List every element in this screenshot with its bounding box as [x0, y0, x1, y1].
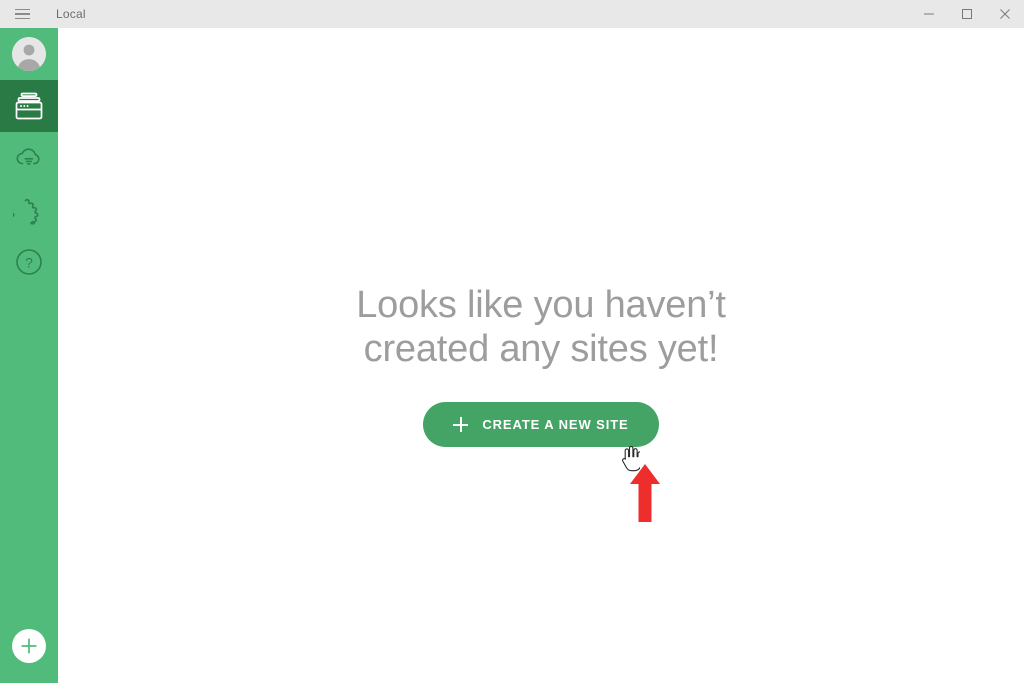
create-new-site-button[interactable]: CREATE A NEW SITE [423, 402, 659, 447]
close-icon [1000, 9, 1010, 19]
sidebar-item-connect[interactable] [0, 132, 58, 184]
hamburger-line [14, 8, 30, 11]
create-site-button-wrap: CREATE A NEW SITE [58, 402, 1024, 447]
empty-state-heading-line1: Looks like you haven’t [356, 284, 726, 326]
svg-text:?: ? [25, 255, 33, 271]
cloud-download-icon [16, 148, 40, 165]
empty-state-heading-line2: created any sites yet! [363, 328, 719, 370]
puzzle-piece-icon [13, 198, 39, 225]
red-arrow-annotation [630, 464, 660, 522]
sidebar-item-sites[interactable] [0, 80, 58, 132]
close-button[interactable] [986, 0, 1024, 28]
hamburger-icon[interactable] [0, 0, 44, 28]
question-circle-icon: ? [16, 249, 42, 275]
plus-icon [453, 417, 469, 432]
empty-state: Looks like you haven’t created any sites… [58, 283, 1024, 447]
maximize-icon [962, 9, 972, 19]
sidebar-item-account[interactable] [0, 28, 58, 80]
main-content: Looks like you haven’t created any sites… [58, 28, 1024, 683]
add-site-button[interactable] [12, 629, 46, 663]
plus-circle-icon [21, 638, 37, 654]
sites-window-icon [15, 92, 43, 120]
pointer-hand-cursor [622, 446, 640, 472]
window-controls [910, 0, 1024, 28]
sidebar: ? [0, 28, 58, 683]
minimize-button[interactable] [910, 0, 948, 28]
title-bar: Local [0, 0, 1024, 28]
local-app-window: Local ? Looks like you haven’t created a… [0, 0, 1024, 683]
maximize-button[interactable] [948, 0, 986, 28]
minimize-icon [924, 13, 934, 15]
create-new-site-label: CREATE A NEW SITE [482, 417, 629, 432]
app-title: Local [56, 7, 86, 21]
sidebar-add-site-area [0, 609, 58, 683]
avatar-icon [12, 37, 46, 71]
hamburger-line [14, 13, 30, 15]
empty-state-heading: Looks like you haven’t created any sites… [58, 283, 1024, 371]
sidebar-item-add-ons[interactable] [0, 184, 58, 236]
sidebar-item-help[interactable]: ? [0, 236, 58, 288]
hamburger-line [14, 17, 30, 20]
